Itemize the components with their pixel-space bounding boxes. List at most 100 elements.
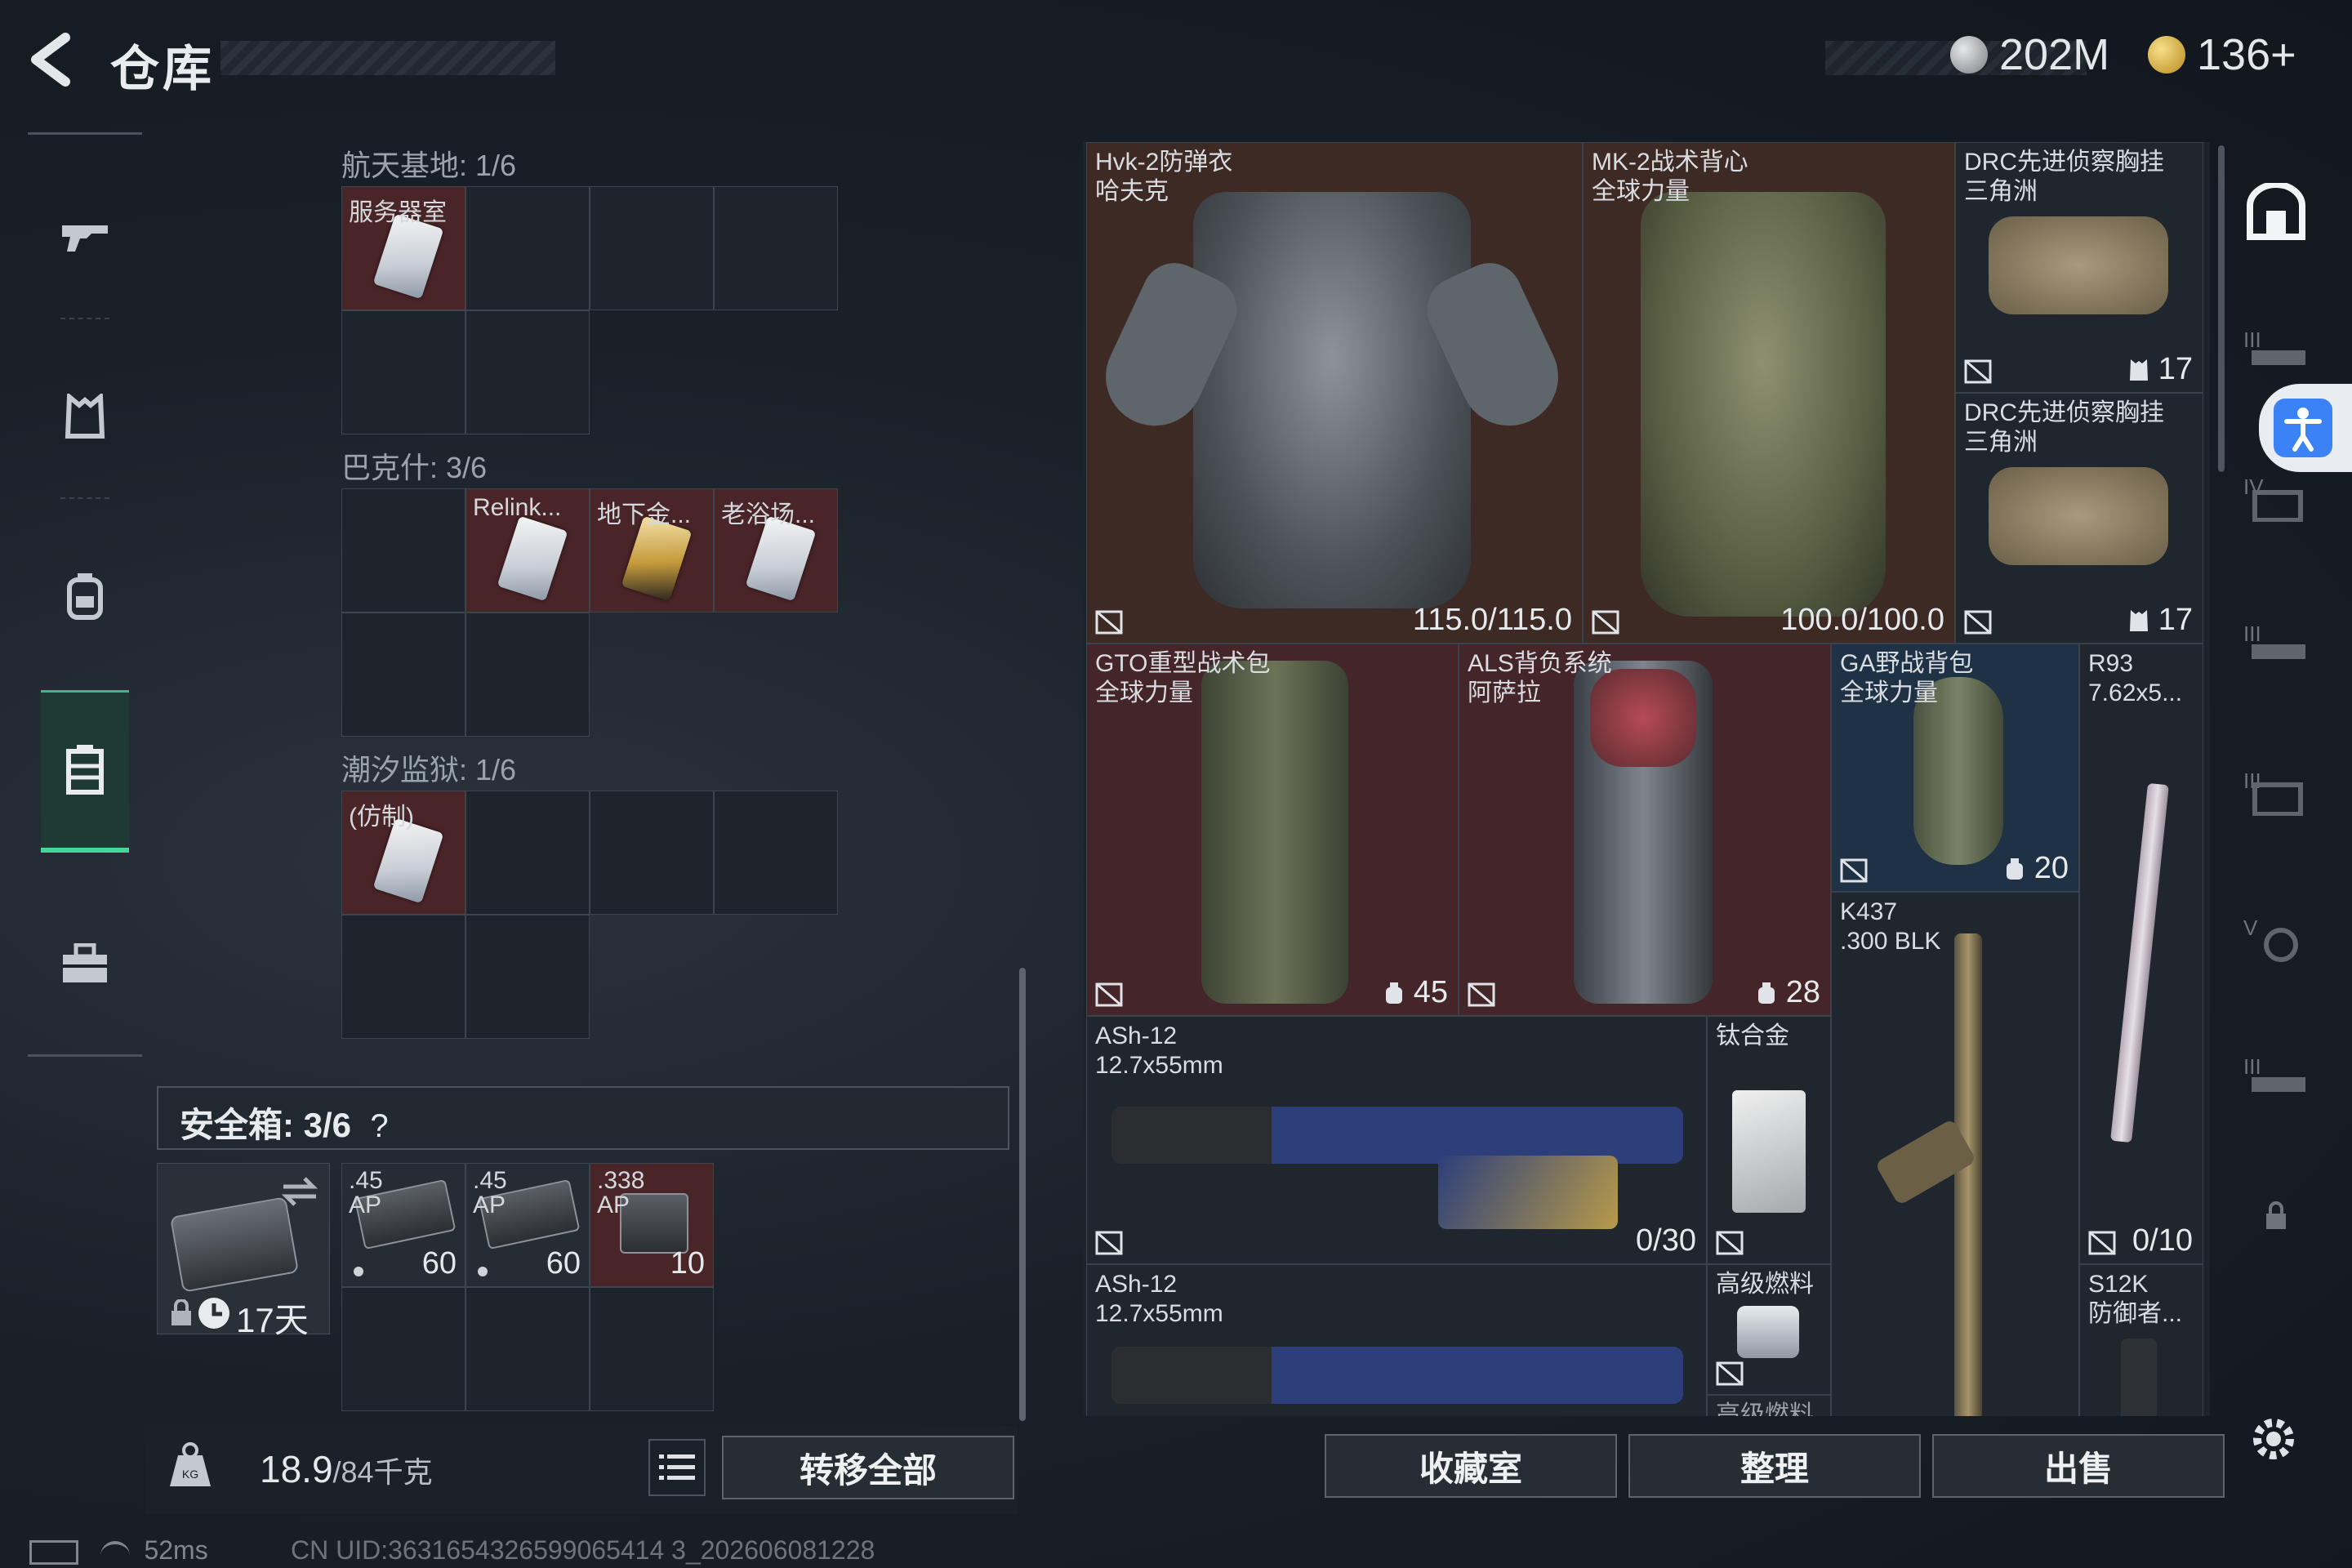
nav-all-items[interactable] <box>2239 175 2313 248</box>
backpack-small-icon <box>2007 858 2024 880</box>
keycard-slot[interactable]: 地下金... <box>590 488 714 612</box>
warehouse-icon <box>2247 183 2305 240</box>
vest-icon <box>1641 192 1886 617</box>
item-fuel[interactable]: 高级燃料 <box>1707 1395 1831 1416</box>
item-tactical-vest[interactable]: MK-2战术背心 全球力量 100.0/100.0 <box>1583 142 1955 644</box>
currency-premium[interactable]: 136+ <box>2148 29 2296 80</box>
empty-slot[interactable] <box>466 791 590 915</box>
backpack-small-icon <box>1758 982 1775 1004</box>
item-capacity: 28 <box>1785 975 1820 1009</box>
list-view-button[interactable] <box>648 1439 706 1496</box>
nav-supplies[interactable] <box>41 886 129 1041</box>
item-fuel[interactable]: 高级燃料 <box>1707 1264 1831 1395</box>
empty-slot[interactable] <box>466 915 590 1039</box>
lock-filter[interactable] <box>2239 1179 2313 1253</box>
empty-slot[interactable] <box>466 612 590 737</box>
settings-gear-icon[interactable] <box>2247 1413 2300 1465</box>
help-icon[interactable]: ? <box>370 1108 388 1144</box>
keycard-slot[interactable]: (仿制) <box>341 791 466 915</box>
nav-backpack[interactable] <box>41 519 129 674</box>
currency-premium-value: 136+ <box>2197 30 2296 79</box>
item-label: S12K 防御者... <box>2088 1271 2183 1327</box>
filter-level-5[interactable]: V <box>2239 902 2313 975</box>
item-backpack-ga[interactable]: GA野战背包 全球力量 20 <box>1831 644 2079 892</box>
assault-rifle-icon <box>1954 933 1982 1416</box>
page-title: 仓库 <box>110 42 215 96</box>
keycard-slot[interactable]: 老浴场... <box>714 488 838 612</box>
filter-level-3d[interactable]: III <box>2239 1040 2313 1114</box>
empty-slot[interactable] <box>341 488 466 612</box>
no-insure-icon <box>1964 610 1992 635</box>
empty-slot[interactable] <box>341 310 466 434</box>
nav-weapons[interactable] <box>41 159 129 314</box>
filter-level-3b[interactable]: III <box>2239 608 2313 681</box>
item-rifle-k437[interactable]: K437 .300 BLK <box>1831 892 2079 1416</box>
item-label: 高级燃料 <box>1716 1271 1814 1298</box>
item-label: ASh-12 12.7x55mm <box>1095 1271 1223 1327</box>
ping-value: 52ms <box>144 1535 208 1565</box>
no-insure-icon <box>1840 858 1868 883</box>
gun-icon <box>62 225 108 252</box>
empty-slot[interactable] <box>341 612 466 737</box>
uid-text: CN UID:3631654326599065414 3_20260608122… <box>291 1535 875 1565</box>
empty-slot[interactable] <box>714 186 838 310</box>
ammo-slot[interactable]: .45 AP 60 <box>341 1163 466 1287</box>
collection-room-button[interactable]: 收藏室 <box>1325 1434 1617 1498</box>
keycard-slot[interactable]: 服务器室 <box>341 186 466 310</box>
empty-slot[interactable] <box>341 1287 466 1411</box>
accessibility-button[interactable] <box>2259 384 2352 472</box>
item-rifle-ash12[interactable]: ASh-12 12.7x55mm 0/30 <box>1086 1016 1707 1264</box>
weight-current: 18.9 <box>260 1448 333 1490</box>
sniper-rifle-icon <box>2110 782 2169 1143</box>
chest-rig-icon <box>1989 216 2168 314</box>
transfer-all-button[interactable]: 转移全部 <box>722 1436 1014 1499</box>
item-label: R93 7.62x5... <box>2088 650 2183 706</box>
empty-slot[interactable] <box>466 310 590 434</box>
ammo-caliber: .338 AP <box>597 1169 645 1218</box>
nav-armor[interactable] <box>41 339 129 494</box>
svg-text:III: III <box>2243 327 2261 352</box>
empty-slot[interactable] <box>466 1287 590 1411</box>
filter-level-3[interactable]: III <box>2239 314 2313 387</box>
empty-slot[interactable] <box>590 791 714 915</box>
item-chest-rig[interactable]: DRC先进侦察胸挂 三角洲 17 <box>1955 393 2203 644</box>
item-chest-rig[interactable]: DRC先进侦察胸挂 三角洲 17 <box>1955 142 2203 393</box>
empty-slot[interactable] <box>590 186 714 310</box>
empty-slot[interactable] <box>714 791 838 915</box>
item-body-armor[interactable]: Hvk-2防弹衣 哈夫克 115.0/115.0 <box>1086 142 1583 644</box>
item-label: K437 .300 BLK <box>1840 898 1941 955</box>
safe-box-slot[interactable]: 17天 <box>157 1163 330 1339</box>
gold-coin-icon <box>2148 36 2185 74</box>
right-scrollbar[interactable] <box>2218 145 2225 472</box>
keycard-slot[interactable]: Relink... <box>466 488 590 612</box>
keycard-label: 老浴场... <box>721 501 816 528</box>
item-label: ASh-12 12.7x55mm <box>1095 1022 1223 1079</box>
nav-storage[interactable] <box>41 690 129 853</box>
item-rifle-r93[interactable]: R93 7.62x5... 0/10 <box>2079 644 2203 1264</box>
safe-box-label: 安全箱: 3/6 <box>180 1106 352 1144</box>
left-scrollbar[interactable] <box>1019 968 1026 1421</box>
sell-button[interactable]: 出售 <box>1932 1434 2225 1498</box>
item-label: GTO重型战术包 全球力量 <box>1095 650 1271 706</box>
filter-level-3c[interactable]: III <box>2239 755 2313 828</box>
empty-slot[interactable] <box>590 1287 714 1411</box>
empty-slot[interactable] <box>466 186 590 310</box>
swap-icon[interactable] <box>280 1175 319 1208</box>
item-titanium[interactable]: 钛合金 <box>1707 1016 1831 1264</box>
item-backpack-gto[interactable]: GTO重型战术包 全球力量 45 <box>1086 644 1459 1016</box>
toolbox-icon <box>63 943 107 982</box>
empty-slot[interactable] <box>341 915 466 1039</box>
ammo-slot[interactable]: .338 AP 10 <box>590 1163 714 1287</box>
status-bar: 52ms <box>29 1535 208 1566</box>
accessibility-icon <box>2274 399 2332 457</box>
currency-coins[interactable]: 202M <box>1950 29 2109 80</box>
item-rifle-ash12[interactable]: ASh-12 12.7x55mm <box>1086 1264 1707 1416</box>
map-header-2: 巴克什: 3/6 <box>341 451 488 484</box>
back-arrow-icon[interactable] <box>24 31 82 88</box>
ammo-slot[interactable]: .45 AP 60 <box>466 1163 590 1287</box>
organize-button[interactable]: 整理 <box>1628 1434 1921 1498</box>
item-shotgun-s12k[interactable]: S12K 防御者... <box>2079 1264 2203 1416</box>
storage-box-icon <box>66 745 104 795</box>
item-backpack-als[interactable]: ALS背负系统 阿萨拉 28 <box>1459 644 1831 1016</box>
safe-box-icon <box>169 1196 300 1293</box>
